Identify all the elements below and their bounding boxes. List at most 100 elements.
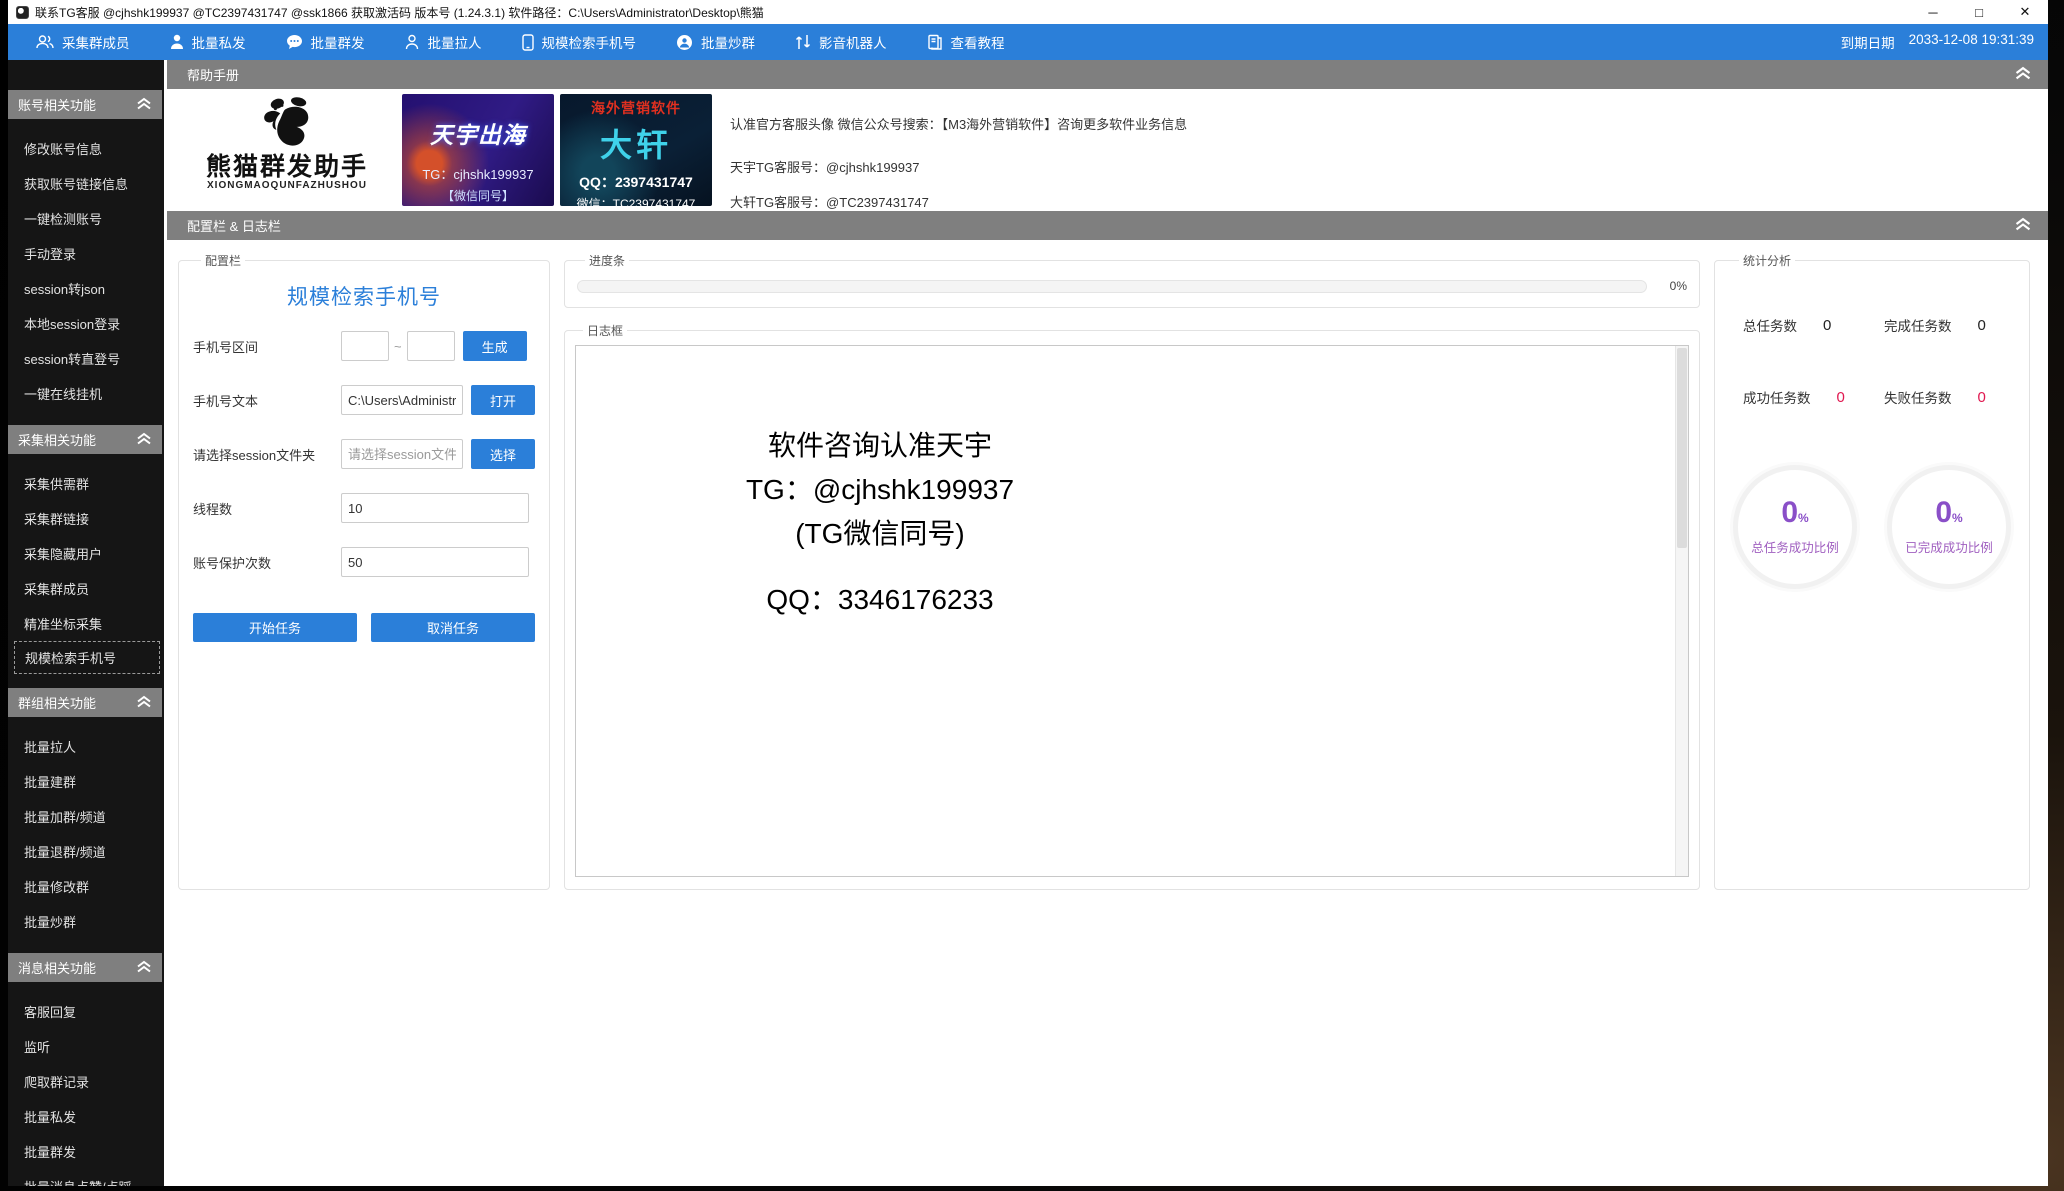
progress-percent: 0% <box>1659 279 1687 293</box>
banner-tianyu-title: 天宇出海 <box>430 116 526 150</box>
toolbar-item-media-robot[interactable]: 影音机器人 <box>795 32 887 52</box>
sidebar-item[interactable]: 批量退群/频道 <box>8 834 164 869</box>
protect-count-input[interactable] <box>341 547 529 577</box>
sidebar-item[interactable]: session转json <box>8 271 164 306</box>
collapse-chevron-icon[interactable] <box>2014 66 2032 83</box>
log-box[interactable]: 软件咨询认准天宇 TG：@cjhshk199937 (TG微信同号) QQ：33… <box>575 345 1689 877</box>
maximize-button[interactable]: □ <box>1956 0 2002 24</box>
open-button[interactable]: 打开 <box>471 385 535 415</box>
sidebar-item[interactable]: 采集群链接 <box>8 501 164 536</box>
sidebar-item-scan-phone-selected[interactable]: 规模检索手机号 <box>14 641 160 674</box>
sidebar: 账号相关功能 修改账号信息 获取账号链接信息 一键检测账号 手动登录 sessi… <box>8 60 164 1186</box>
sidebar-section-collect[interactable]: 采集相关功能 <box>8 425 162 454</box>
sidebar-item[interactable]: 客服回复 <box>8 994 164 1029</box>
sidebar-item[interactable]: 采集隐藏用户 <box>8 536 164 571</box>
banner-daxuan-wechat: 微信：TC2397431747 <box>577 195 696 206</box>
stats-panel: 统计分析 总任务数 0 完成任务数 0 成功任务数 0 <box>1714 252 2030 890</box>
arrows-icon <box>795 34 811 50</box>
group-icon <box>36 34 54 50</box>
banner-tianyu: 天宇出海 TG：cjhshk199937 【微信同号】 <box>402 94 554 206</box>
toolbar-item-batch-private-send[interactable]: 批量私发 <box>170 32 246 52</box>
stat-success-tasks: 成功任务数 0 <box>1731 387 1872 407</box>
chat-bubble-icon <box>286 34 303 50</box>
sidebar-item[interactable]: 批量拉人 <box>8 729 164 764</box>
stat-finished-tasks: 完成任务数 0 <box>1872 315 2013 335</box>
phone-icon <box>522 34 534 51</box>
progress-panel: 进度条 0% <box>564 252 1700 308</box>
sidebar-item[interactable]: 采集群成员 <box>8 571 164 606</box>
phone-text-input[interactable] <box>341 385 463 415</box>
toolbar-item-scan-phone[interactable]: 规模检索手机号 <box>522 32 637 52</box>
sidebar-item[interactable]: session转直登号 <box>8 341 164 376</box>
sidebar-item[interactable]: 一键在线挂机 <box>8 376 164 411</box>
expiry-date: 到期日期 2033-12-08 19:31:39 <box>1841 32 2034 52</box>
panda-logo-icon <box>256 96 318 154</box>
sidebar-item[interactable]: 精准坐标采集 <box>8 606 164 641</box>
sidebar-item[interactable]: 手动登录 <box>8 236 164 271</box>
log-panel: 日志框 软件咨询认准天宇 TG：@cjhshk199937 (TG微信同号) Q… <box>564 322 1700 890</box>
phone-range-from-input[interactable] <box>341 331 389 361</box>
sidebar-section-messages[interactable]: 消息相关功能 <box>8 953 162 982</box>
collapse-chevron-icon[interactable] <box>2014 217 2032 234</box>
banner-daxuan-tag: 海外营销软件 <box>591 98 681 118</box>
phone-range-to-input[interactable] <box>407 331 455 361</box>
logo-title: 熊猫群发助手 <box>206 154 368 180</box>
sidebar-section-account[interactable]: 账号相关功能 <box>8 90 162 119</box>
session-folder-row: 请选择session文件夹 选择 <box>193 439 535 469</box>
sidebar-item[interactable]: 本地session登录 <box>8 306 164 341</box>
select-button[interactable]: 选择 <box>471 439 535 469</box>
session-folder-input[interactable] <box>341 439 463 469</box>
threads-input[interactable] <box>341 493 529 523</box>
toolbar-item-batch-invite[interactable]: 批量拉人 <box>405 32 482 52</box>
toolbar-item-batch-group-send[interactable]: 批量群发 <box>286 32 365 52</box>
sidebar-item[interactable]: 批量消息点赞/点踩 <box>8 1169 164 1186</box>
sidebar-item[interactable]: 爬取群记录 <box>8 1064 164 1099</box>
close-button[interactable]: ✕ <box>2002 0 2048 24</box>
sidebar-item[interactable]: 批量建群 <box>8 764 164 799</box>
cancel-task-button[interactable]: 取消任务 <box>371 613 535 642</box>
tab-help-manual[interactable]: 帮助手册 <box>187 65 239 84</box>
toolbar-item-tutorial[interactable]: 查看教程 <box>927 32 1005 52</box>
stat-failed-tasks: 失败任务数 0 <box>1872 387 2013 407</box>
window-title: 联系TG客服 @cjhshk199937 @TC2397431747 @ssk1… <box>35 4 764 21</box>
sidebar-item[interactable]: 批量加群/频道 <box>8 799 164 834</box>
toolbar-item-batch-boost[interactable]: 批量炒群 <box>676 32 755 52</box>
generate-button[interactable]: 生成 <box>463 331 527 361</box>
main-toolbar: 采集群成员 批量私发 批量群发 批量拉人 规模检索手机号 批量炒群 影音机器人 <box>8 24 2048 60</box>
help-tab-bar: 帮助手册 <box>167 60 2048 89</box>
logo-subtitle: XIONGMAOQUNFAZHUSHOU <box>207 180 367 191</box>
sidebar-item[interactable]: 监听 <box>8 1029 164 1064</box>
app-icon <box>16 6 29 19</box>
sidebar-item[interactable]: 批量群发 <box>8 1134 164 1169</box>
app-logo: 熊猫群发助手 XIONGMAOQUNFAZHUSHOU <box>178 94 396 191</box>
config-log-bar: 配置栏 & 日志栏 <box>167 211 2048 240</box>
sidebar-item[interactable]: 获取账号链接信息 <box>8 166 164 201</box>
sidebar-item[interactable]: 批量私发 <box>8 1099 164 1134</box>
log-scrollbar-thumb[interactable] <box>1677 348 1687 548</box>
stat-total-tasks: 总任务数 0 <box>1731 315 1872 335</box>
sidebar-item[interactable]: 批量炒群 <box>8 904 164 939</box>
sidebar-item[interactable]: 采集供需群 <box>8 466 164 501</box>
progress-bar <box>577 280 1647 293</box>
banner-daxuan-title: 大轩 <box>600 120 672 166</box>
phone-text-row: 手机号文本 打开 <box>193 385 535 415</box>
chevron-double-up-icon <box>136 97 152 113</box>
header-band: 熊猫群发助手 XIONGMAOQUNFAZHUSHOU 天宇出海 TG：cjhs… <box>164 89 2048 211</box>
toolbar-item-collect-members[interactable]: 采集群成员 <box>36 32 130 52</box>
minimize-button[interactable]: ─ <box>1910 0 1956 24</box>
banner-tianyu-tg: TG：cjhshk199937 <box>422 164 533 183</box>
ring-total-success-ratio: 0% 总任务成功比例 <box>1733 465 1857 589</box>
phone-range-row: 手机号区间 ~ 生成 <box>193 331 535 361</box>
protect-row: 账号保护次数 <box>193 547 535 577</box>
book-icon <box>927 34 943 50</box>
config-title: 规模检索手机号 <box>193 281 535 311</box>
sidebar-item[interactable]: 批量修改群 <box>8 869 164 904</box>
sidebar-section-groups[interactable]: 群组相关功能 <box>8 688 162 717</box>
sidebar-item[interactable]: 一键检测账号 <box>8 201 164 236</box>
app-window: 联系TG客服 @cjhshk199937 @TC2397431747 @ssk1… <box>8 0 2048 1186</box>
sidebar-item[interactable]: 修改账号信息 <box>8 131 164 166</box>
log-scrollbar[interactable] <box>1675 346 1688 876</box>
banner-daxuan-qq: QQ：2397431747 <box>579 172 693 192</box>
start-task-button[interactable]: 开始任务 <box>193 613 357 642</box>
chevron-double-up-icon <box>136 695 152 711</box>
